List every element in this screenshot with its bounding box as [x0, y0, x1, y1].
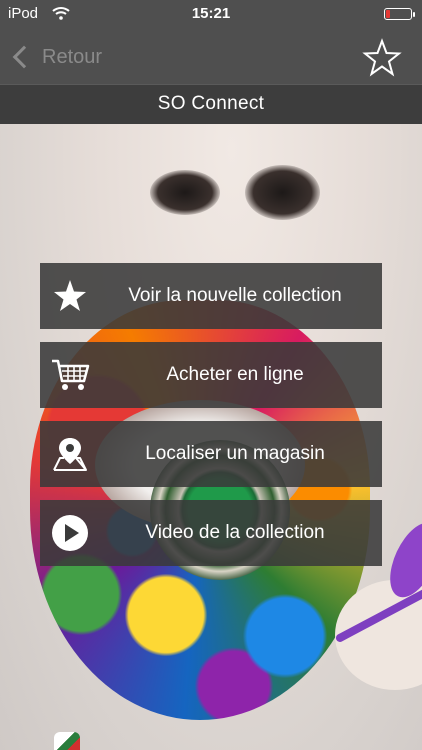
map-pin-icon	[50, 434, 90, 474]
favorite-star-icon[interactable]	[362, 38, 402, 78]
find-store-button[interactable]: Localiser un magasin	[40, 421, 382, 487]
new-collection-button[interactable]: Voir la nouvelle collection	[40, 263, 382, 329]
battery-icon	[384, 8, 415, 20]
collection-video-button[interactable]: Video de la collection	[40, 500, 382, 566]
app-logo-icon	[54, 732, 80, 750]
nostril-right	[245, 165, 320, 220]
navigation-bar: Retour	[0, 28, 422, 84]
nostril-left	[150, 170, 220, 215]
clock: 15:21	[191, 5, 231, 22]
status-bar: iPod 15:21	[0, 0, 422, 28]
menu-label: Voir la nouvelle collection	[128, 285, 342, 306]
menu-label: Acheter en ligne	[166, 364, 304, 385]
menu-label: Video de la collection	[145, 522, 325, 543]
chevron-left-icon	[12, 45, 36, 69]
back-button[interactable]: Retour	[10, 42, 102, 72]
battery-level	[386, 10, 390, 18]
play-icon	[50, 513, 90, 553]
shopping-cart-icon	[50, 355, 90, 395]
star-icon	[50, 276, 90, 316]
shop-online-button[interactable]: Acheter en ligne	[40, 342, 382, 408]
back-label: Retour	[42, 45, 103, 68]
page-title: SO Connect	[0, 84, 422, 124]
menu-label: Localiser un magasin	[145, 443, 325, 464]
